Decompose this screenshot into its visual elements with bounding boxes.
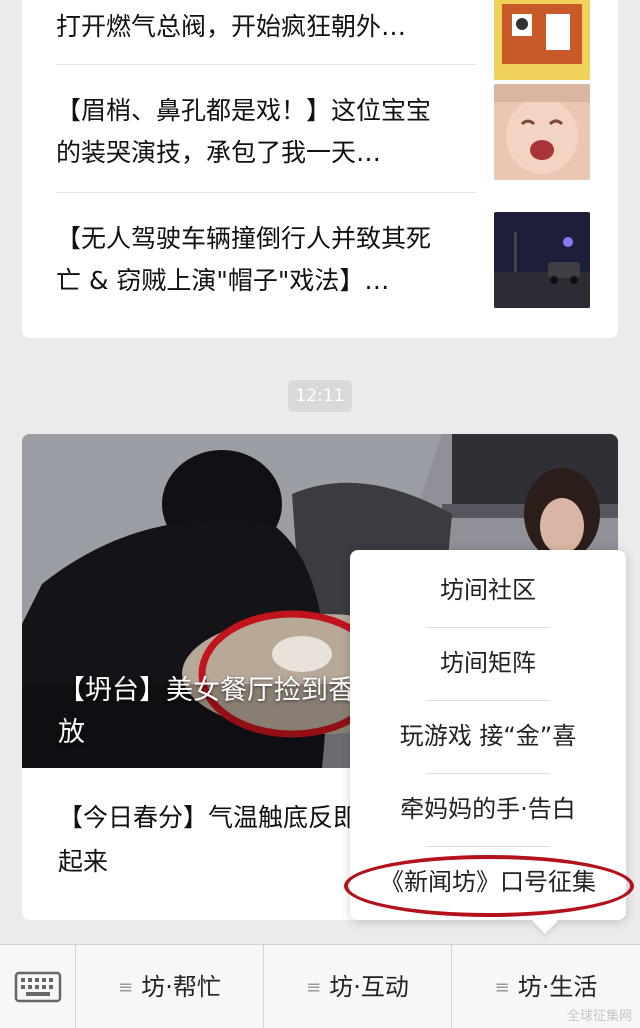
- article-title: 【眉梢、鼻孔都是戏！】这位宝宝的装哭演技，承包了我一天…: [56, 96, 432, 167]
- keyboard-icon: [14, 971, 62, 1003]
- tab-label: 坊·互动: [329, 973, 409, 1001]
- tab-interact[interactable]: ≡ 坊·互动: [264, 945, 452, 1028]
- tab-help[interactable]: ≡ 坊·帮忙: [76, 945, 264, 1028]
- article-item[interactable]: 【无人驾驶车辆撞倒行人并致其死亡 & 窃贼上演"帽子"戏法】…: [56, 212, 590, 340]
- highlight-ellipse: [344, 855, 634, 917]
- menu-item-community[interactable]: 坊间社区: [350, 554, 626, 627]
- tab-label: 坊·帮忙: [141, 973, 221, 1001]
- menu-lines-icon: ≡: [494, 977, 510, 998]
- cartoon-thumb: [494, 0, 590, 80]
- keyboard-toggle-button[interactable]: [0, 945, 76, 1028]
- article-list-card: 打开燃气总阀，开始疯狂朝外… 【眉梢、鼻孔都是戏！】这位宝宝的装哭演技，承包了我…: [22, 0, 618, 338]
- article-title: 【无人驾驶车辆撞倒行人并致其死亡 & 窃贼上演"帽子"戏法】…: [56, 224, 432, 295]
- menu-item-matrix[interactable]: 坊间矩阵: [350, 627, 626, 700]
- article-title: 打开燃气总阀，开始疯狂朝外…: [56, 12, 407, 41]
- menu-item-game[interactable]: 玩游戏 接“金”喜: [350, 700, 626, 773]
- menu-item-mothers-hand[interactable]: 牵妈妈的手·告白: [350, 773, 626, 846]
- timestamp-chip: 12:11: [288, 380, 352, 412]
- tab-label: 坊·生活: [517, 973, 598, 1001]
- night-car-thumb: [494, 212, 590, 308]
- menu-lines-icon: ≡: [118, 977, 134, 998]
- bottom-menu-bar: ≡ 坊·帮忙 ≡ 坊·互动 ≡ 坊·生活 全球征集网: [0, 944, 640, 1028]
- crying-baby-thumb: [494, 84, 590, 180]
- divider: [56, 192, 476, 193]
- menu-lines-icon: ≡: [306, 977, 322, 998]
- watermark: 全球征集网: [566, 1009, 632, 1024]
- divider: [56, 64, 476, 65]
